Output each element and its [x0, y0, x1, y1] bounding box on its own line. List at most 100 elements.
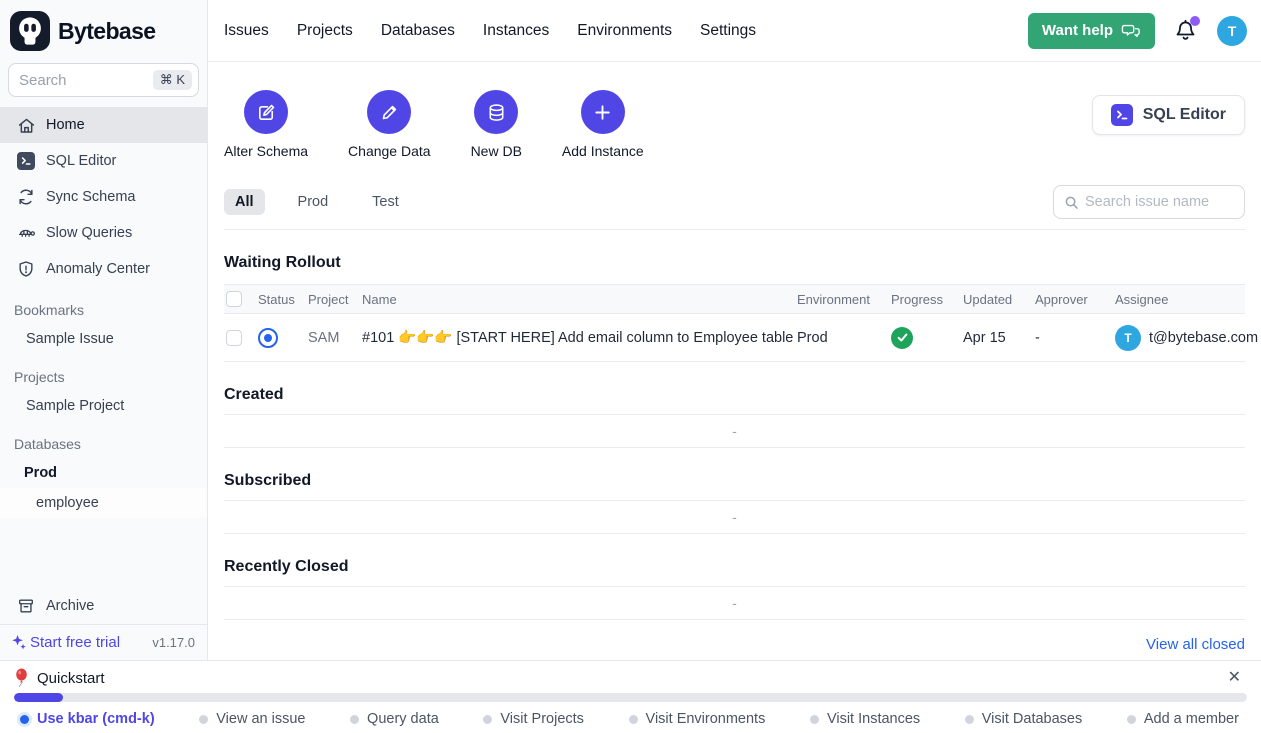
created-empty: -: [224, 414, 1245, 448]
status-in-progress-icon: [258, 328, 278, 348]
sidebar-item-sample-project[interactable]: Sample Project: [0, 391, 207, 421]
bytebase-logo[interactable]: Bytebase: [0, 0, 207, 61]
nav-instances[interactable]: Instances: [483, 22, 549, 40]
chat-bubble-icon: [1121, 22, 1141, 40]
subscribed-title: Subscribed: [224, 472, 1245, 490]
archive-icon: [16, 596, 36, 616]
sidebar-section-bookmarks: Bookmarks: [0, 287, 207, 324]
step-dot-icon: [629, 715, 638, 724]
step-visit-projects[interactable]: Visit Projects: [483, 711, 584, 727]
issue-table-row[interactable]: SAM #101 👉👉👉 [START HERE] Add email colu…: [224, 314, 1245, 362]
quickstart-steps: Use kbar (cmd-k) View an issue Query dat…: [0, 702, 1261, 727]
assignee-avatar: T: [1115, 325, 1141, 351]
sidebar-item-prod[interactable]: Prod: [0, 458, 207, 488]
edit-box-icon: [244, 90, 288, 134]
step-dot-icon: [1127, 715, 1136, 724]
recently-closed-empty: -: [224, 586, 1245, 620]
nav-projects[interactable]: Projects: [297, 22, 353, 40]
sidebar-item-archive[interactable]: Archive: [0, 588, 207, 624]
terminal-icon: [1111, 104, 1133, 126]
subscribed-empty: -: [224, 500, 1245, 534]
step-visit-databases[interactable]: Visit Databases: [965, 711, 1082, 727]
nav-databases[interactable]: Databases: [381, 22, 455, 40]
step-add-a-member[interactable]: Add a member: [1127, 711, 1239, 727]
sidebar-item-employee[interactable]: employee: [0, 488, 207, 518]
pencil-icon: [367, 90, 411, 134]
step-query-data[interactable]: Query data: [350, 711, 439, 727]
step-dot-icon: [810, 715, 819, 724]
sidebar-item-slow-queries[interactable]: Slow Queries: [0, 215, 207, 251]
search-icon: [1064, 195, 1079, 210]
issue-search-input[interactable]: [1085, 194, 1234, 210]
environment-tabs: All Prod Test: [224, 185, 1245, 230]
issue-search[interactable]: [1053, 185, 1245, 219]
want-help-button[interactable]: Want help: [1028, 13, 1155, 49]
close-icon[interactable]: ✕: [1224, 668, 1245, 688]
notification-dot: [1190, 16, 1200, 26]
nav-environments[interactable]: Environments: [577, 22, 672, 40]
top-header: Issues Projects Databases Instances Envi…: [208, 0, 1261, 62]
issue-updated: Apr 15: [963, 330, 1035, 346]
brand-name: Bytebase: [58, 18, 155, 45]
issue-assignee: T t@bytebase.com: [1115, 325, 1245, 351]
search-shortcut-badge: ⌘ K: [153, 70, 192, 90]
waiting-rollout-title: Waiting Rollout: [224, 254, 1245, 272]
balloon-icon: [14, 668, 29, 688]
recently-closed-title: Recently Closed: [224, 558, 1245, 576]
change-data-action[interactable]: Change Data: [348, 90, 431, 159]
sync-icon: [16, 187, 36, 207]
start-free-trial-link[interactable]: Start free trial: [10, 634, 120, 651]
sidebar-item-sql-editor[interactable]: SQL Editor: [0, 143, 207, 179]
new-db-action[interactable]: New DB: [471, 90, 522, 159]
database-icon: [474, 90, 518, 134]
select-all-checkbox[interactable]: [226, 291, 242, 307]
sidebar: Bytebase ⌘ K Home SQL Editor: [0, 0, 208, 660]
sidebar-item-sync-schema[interactable]: Sync Schema: [0, 179, 207, 215]
sidebar-search-input[interactable]: [19, 72, 153, 89]
sparkles-icon: [10, 634, 27, 651]
alter-schema-action[interactable]: Alter Schema: [224, 90, 308, 159]
tab-test[interactable]: Test: [361, 189, 410, 215]
tab-all[interactable]: All: [224, 189, 265, 215]
issue-table-header: Status Project Name Environment Progress…: [224, 284, 1245, 314]
sidebar-section-projects: Projects: [0, 354, 207, 391]
step-dot-icon: [350, 715, 359, 724]
step-use-kbar[interactable]: Use kbar (cmd-k): [20, 711, 155, 727]
issue-approver: -: [1035, 330, 1115, 346]
quickstart-panel: Quickstart ✕ Use kbar (cmd-k) View an is…: [0, 660, 1261, 733]
step-dot-icon: [483, 715, 492, 724]
notifications-bell[interactable]: [1173, 18, 1199, 44]
sql-editor-button[interactable]: SQL Editor: [1092, 95, 1245, 135]
sidebar-item-home[interactable]: Home: [0, 107, 207, 143]
tab-prod[interactable]: Prod: [287, 189, 340, 215]
col-environment: Environment: [797, 292, 891, 307]
home-icon: [16, 115, 36, 135]
app-version: v1.17.0: [152, 635, 195, 650]
add-instance-action[interactable]: Add Instance: [562, 90, 644, 159]
bytebase-logo-icon: [10, 11, 50, 51]
issue-name-link[interactable]: #101 👉👉👉 [START HERE] Add email column t…: [362, 329, 797, 346]
sidebar-section-databases: Databases: [0, 421, 207, 458]
quickstart-title: Quickstart: [37, 670, 105, 687]
step-view-an-issue[interactable]: View an issue: [199, 711, 305, 727]
issue-environment: Prod: [797, 330, 891, 346]
nav-settings[interactable]: Settings: [700, 22, 756, 40]
col-updated: Updated: [963, 292, 1035, 307]
plus-icon: [581, 90, 625, 134]
sidebar-search[interactable]: ⌘ K: [8, 63, 199, 97]
step-visit-environments[interactable]: Visit Environments: [629, 711, 766, 727]
row-checkbox[interactable]: [226, 330, 242, 346]
step-dot-icon: [199, 715, 208, 724]
sidebar-item-sample-issue[interactable]: Sample Issue: [0, 324, 207, 354]
step-dot-icon: [965, 715, 974, 724]
nav-issues[interactable]: Issues: [224, 22, 269, 40]
issue-project: SAM: [308, 330, 362, 346]
col-project: Project: [308, 292, 362, 307]
col-name: Name: [362, 292, 797, 307]
step-visit-instances[interactable]: Visit Instances: [810, 711, 920, 727]
view-all-closed-link[interactable]: View all closed: [1146, 636, 1245, 653]
sidebar-footer: Start free trial v1.17.0: [0, 624, 207, 660]
shield-icon: [16, 259, 36, 279]
sidebar-item-anomaly-center[interactable]: Anomaly Center: [0, 251, 207, 287]
user-avatar[interactable]: T: [1217, 16, 1247, 46]
